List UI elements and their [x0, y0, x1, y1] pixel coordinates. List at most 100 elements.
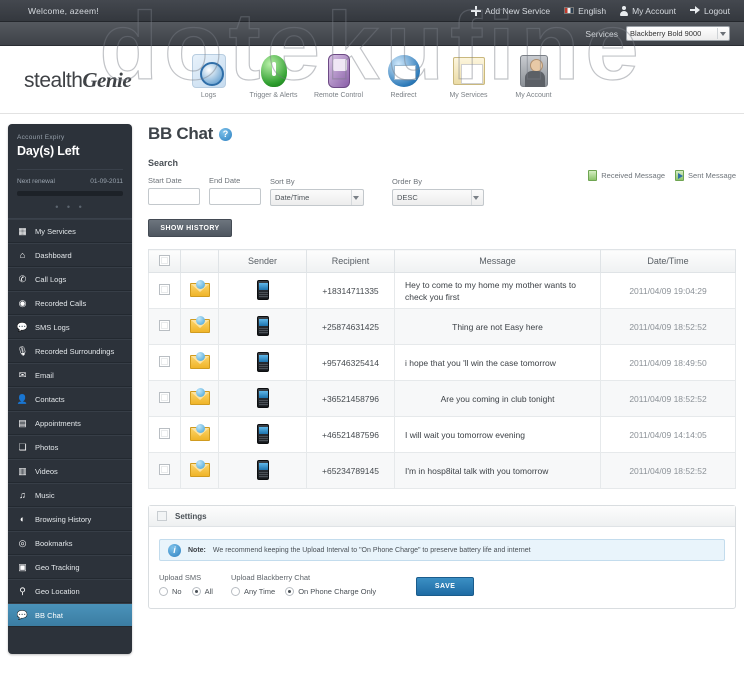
- sidebar-item-call-logs[interactable]: ✆ Call Logs: [8, 267, 132, 291]
- start-date-input[interactable]: [148, 188, 200, 205]
- logout-link[interactable]: Logout: [690, 6, 730, 16]
- direction-cell: [181, 453, 219, 489]
- nav-item-remote-control[interactable]: Remote Control: [306, 50, 371, 99]
- nav-item-trigger-alerts[interactable]: Trigger & Alerts: [241, 50, 306, 99]
- home-icon: ⌂: [17, 250, 28, 261]
- chat-table: Sender Recipient Message Date/Time +1831…: [148, 249, 736, 489]
- sidebar-item-label: Appointments: [35, 419, 81, 428]
- my-account-label: My Account: [632, 6, 676, 16]
- select-all-checkbox[interactable]: [159, 255, 170, 266]
- microphone-icon: 🎙: [17, 346, 28, 357]
- alert-icon: [241, 50, 306, 92]
- next-renewal-row: Next renewal 01-09-2011: [17, 169, 123, 185]
- row-checkbox[interactable]: [159, 284, 170, 295]
- sidebar-item-appointments[interactable]: ▤Appointments: [8, 411, 132, 435]
- option-label: All: [205, 587, 213, 596]
- nav-item-my-account[interactable]: My Account: [501, 50, 566, 99]
- page-header: BB Chat ?: [148, 124, 736, 144]
- table-row[interactable]: +25874631425 Thing are not Easy here 201…: [149, 309, 736, 345]
- nav-item-redirect[interactable]: Redirect: [371, 50, 436, 99]
- sidebar-item-geo-location[interactable]: ⚲Geo Location: [8, 579, 132, 603]
- sidebar-item-bookmarks[interactable]: ◎Bookmarks: [8, 531, 132, 555]
- message-header: Message: [395, 250, 601, 273]
- sidebar-item-browsing-history[interactable]: ◐Browsing History: [8, 507, 132, 531]
- sidebar-item-contacts[interactable]: 👤Contacts: [8, 387, 132, 411]
- radio-icon[interactable]: [285, 587, 294, 596]
- row-checkbox[interactable]: [159, 392, 170, 403]
- radio-icon[interactable]: [231, 587, 240, 596]
- upload-sms-group: Upload SMS No All: [159, 573, 213, 596]
- start-date-label: Start Date: [148, 176, 200, 185]
- main-content: BB Chat ? Search Start Date End Date Sor…: [142, 124, 736, 654]
- datetime-cell: 2011/04/09 18:52:52: [601, 309, 736, 345]
- end-date-input[interactable]: [209, 188, 261, 205]
- sidebar-item-bb-chat[interactable]: 💬BB Chat: [8, 603, 132, 627]
- recipient-header: Recipient: [307, 250, 395, 273]
- service-device-select[interactable]: Blackberry Bold 9000: [626, 26, 730, 41]
- language-selector[interactable]: English: [564, 6, 606, 16]
- sidebar-item-recorded-calls[interactable]: ◉Recorded Calls: [8, 291, 132, 315]
- account-expiry-label: Account Expiry: [17, 134, 123, 141]
- table-row[interactable]: +46521487596 I will wait you tomorrow ev…: [149, 417, 736, 453]
- save-button[interactable]: SAVE: [416, 577, 474, 596]
- sidebar-item-email[interactable]: ✉Email: [8, 363, 132, 387]
- add-new-service-button[interactable]: Add New Service: [471, 6, 550, 16]
- my-account-link[interactable]: My Account: [620, 6, 676, 16]
- sidebar-item-photos[interactable]: ❏Photos: [8, 435, 132, 459]
- sidebar-item-label: Call Logs: [35, 275, 66, 284]
- row-checkbox[interactable]: [159, 320, 170, 331]
- sidebar-item-geo-tracking[interactable]: ▣Geo Tracking: [8, 555, 132, 579]
- info-icon: i: [168, 544, 181, 557]
- brand-nav-band: stealthGenie Logs Trigger & Alerts Remot…: [0, 46, 744, 114]
- sidebar-item-label: Email: [35, 371, 54, 380]
- sidebar-item-videos[interactable]: ▥Videos: [8, 459, 132, 483]
- row-select-cell: [149, 381, 181, 417]
- nav-item-my-services[interactable]: My Services: [436, 50, 501, 99]
- language-label: English: [578, 6, 606, 16]
- note-label: Note:: [188, 547, 206, 554]
- table-row[interactable]: +18314711335 Hey to come to my home my m…: [149, 273, 736, 309]
- upload-chat-option-on-charge[interactable]: On Phone Charge Only: [285, 587, 376, 596]
- settings-panel: Settings i Note: We recommend keeping th…: [148, 505, 736, 609]
- order-by-select[interactable]: DESC: [392, 189, 484, 206]
- upload-chat-option-any-time[interactable]: Any Time: [231, 587, 275, 596]
- table-row[interactable]: +36521458796 Are you coming in club toni…: [149, 381, 736, 417]
- message-legend: Received Message Sent Message: [588, 170, 736, 181]
- radio-icon[interactable]: [159, 587, 168, 596]
- option-label: Any Time: [244, 587, 275, 596]
- row-checkbox[interactable]: [159, 464, 170, 475]
- settings-note: i Note: We recommend keeping the Upload …: [159, 539, 725, 561]
- show-history-button[interactable]: SHOW HISTORY: [148, 219, 232, 237]
- table-header-row: Sender Recipient Message Date/Time: [149, 250, 736, 273]
- carousel-dots[interactable]: • • •: [8, 198, 132, 218]
- radio-icon[interactable]: [192, 587, 201, 596]
- logo[interactable]: stealthGenie: [24, 68, 131, 93]
- row-checkbox[interactable]: [159, 428, 170, 439]
- received-message-icon: [190, 355, 210, 369]
- sort-by-select[interactable]: Date/Time: [270, 189, 364, 206]
- recipient-cell: +46521487596: [307, 417, 395, 453]
- upload-sms-option-no[interactable]: No: [159, 587, 182, 596]
- sidebar-item-dashboard[interactable]: ⌂Dashboard: [8, 243, 132, 267]
- table-row[interactable]: +95746325414 i hope that you 'll win the…: [149, 345, 736, 381]
- settings-header[interactable]: Settings: [149, 506, 735, 527]
- row-checkbox[interactable]: [159, 356, 170, 367]
- logout-label: Logout: [704, 6, 730, 16]
- row-select-cell: [149, 309, 181, 345]
- upload-sms-option-all[interactable]: All: [192, 587, 213, 596]
- direction-cell: [181, 273, 219, 309]
- person-icon: 👤: [17, 394, 28, 405]
- logo-part-1: stealth: [24, 69, 82, 92]
- sidebar-item-sms-logs[interactable]: 💬SMS Logs: [8, 315, 132, 339]
- nav-item-logs[interactable]: Logs: [176, 50, 241, 99]
- nav-label: Redirect: [371, 92, 436, 99]
- phone-icon: ✆: [17, 274, 28, 285]
- help-icon[interactable]: ?: [219, 128, 232, 141]
- blackberry-device-icon: [257, 280, 269, 300]
- datetime-header: Date/Time: [601, 250, 736, 273]
- sidebar-item-recorded-surroundings[interactable]: 🎙Recorded Surroundings: [8, 339, 132, 363]
- select-all-header: [149, 250, 181, 273]
- sidebar-item-my-services[interactable]: ▦My Services: [8, 219, 132, 243]
- table-row[interactable]: +65234789145 I'm in hosp8ital talk with …: [149, 453, 736, 489]
- sidebar-item-music[interactable]: ♫Music: [8, 483, 132, 507]
